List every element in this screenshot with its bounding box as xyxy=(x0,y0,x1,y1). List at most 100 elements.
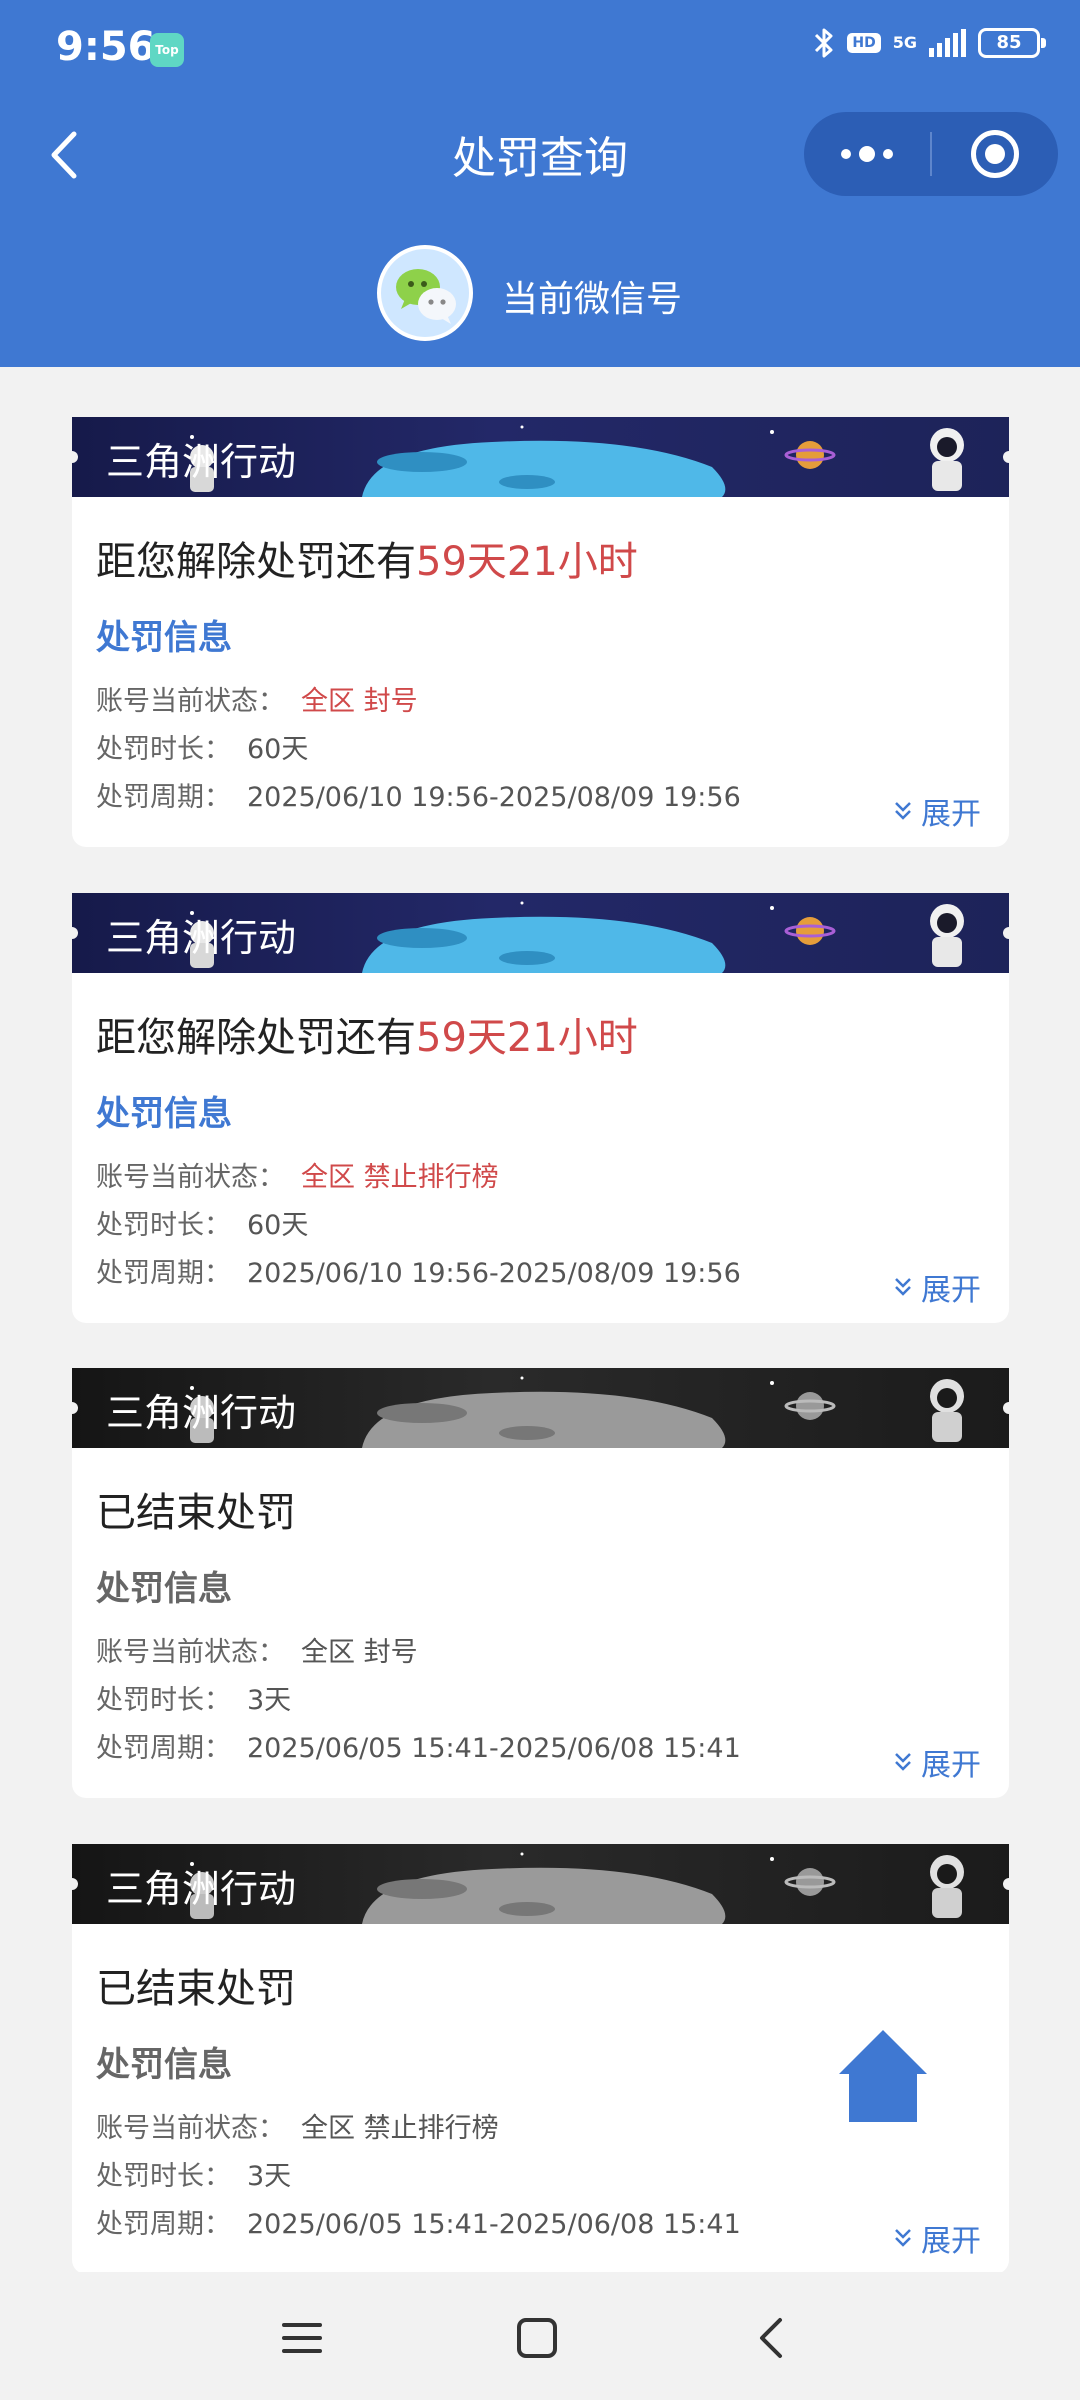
duration-label: 处罚时长： xyxy=(96,2161,231,2192)
status-icons: HD 5G 85 xyxy=(813,26,1046,60)
period-label: 处罚周期： xyxy=(96,782,231,813)
ended-headline: 已结束处罚 xyxy=(96,1966,296,2012)
header: 9:56 Top HD 5G 85 处罚查询 当前微信号 xyxy=(0,0,1080,367)
double-chevron-down-icon xyxy=(895,1753,911,1771)
back-icon xyxy=(760,2318,782,2358)
section-title: 处罚信息 xyxy=(96,618,232,658)
page: 9:56 Top HD 5G 85 处罚查询 当前微信号 三角洲行动 距您解除处… xyxy=(0,0,1080,2400)
status-row: 账号当前状态： 全区 封号 xyxy=(96,679,418,718)
remaining-time: 59天21小时 xyxy=(416,539,638,585)
game-banner: 三角洲行动 xyxy=(72,417,1009,497)
status-value: 全区 封号 xyxy=(301,1637,418,1668)
card-notch xyxy=(1003,1402,1009,1414)
bluetooth-icon xyxy=(815,28,833,58)
expand-button[interactable]: 展开 xyxy=(893,2216,981,2260)
menu-icon xyxy=(282,2323,322,2353)
duration-row: 处罚时长： 60天 xyxy=(96,727,308,766)
status-bar: 9:56 Top HD 5G 85 xyxy=(0,0,1080,100)
section-title: 处罚信息 xyxy=(96,1569,232,1609)
account-row[interactable]: 当前微信号 xyxy=(0,240,1080,341)
duration-label: 处罚时长： xyxy=(96,1685,231,1716)
period-value: 2025/06/05 15:41-2025/06/08 15:41 xyxy=(247,1733,741,1764)
square-home-icon xyxy=(517,2318,557,2358)
more-dots-icon xyxy=(841,146,893,162)
section-title: 处罚信息 xyxy=(96,2045,232,2085)
double-chevron-down-icon xyxy=(895,2229,911,2247)
period-label: 处罚周期： xyxy=(96,1733,231,1764)
home-icon xyxy=(839,2030,927,2122)
status-value: 全区 封号 xyxy=(301,686,418,717)
headline-prefix: 距您解除处罚还有 xyxy=(96,1015,416,1061)
recent-apps-button[interactable] xyxy=(272,2308,332,2368)
status-row: 账号当前状态： 全区 禁止排行榜 xyxy=(96,2106,499,2145)
remaining-time: 59天21小时 xyxy=(416,1015,638,1061)
system-back-button[interactable] xyxy=(742,2308,802,2368)
records-list[interactable]: 三角洲行动 距您解除处罚还有59天21小时 处罚信息 账号当前状态： 全区 封号 … xyxy=(0,367,1080,2272)
close-miniprogram-button[interactable] xyxy=(932,112,1058,196)
period-value: 2025/06/05 15:41-2025/06/08 15:41 xyxy=(247,2209,741,2240)
expand-button[interactable]: 展开 xyxy=(893,1265,981,1309)
status-label: 账号当前状态： xyxy=(96,1637,285,1668)
account-label: 当前微信号 xyxy=(502,279,683,320)
period-value: 2025/06/10 19:56-2025/08/09 19:56 xyxy=(247,782,741,813)
game-title: 三角洲行动 xyxy=(106,916,297,960)
duration-label: 处罚时长： xyxy=(96,1210,231,1241)
game-banner: 三角洲行动 xyxy=(72,1844,1009,1924)
period-row: 处罚周期： 2025/06/10 19:56-2025/08/09 19:56 xyxy=(96,1251,741,1290)
game-title: 三角洲行动 xyxy=(106,440,297,484)
period-row: 处罚周期： 2025/06/05 15:41-2025/06/08 15:41 xyxy=(96,2202,741,2241)
duration-row: 处罚时长： 60天 xyxy=(96,1203,308,1242)
remaining-time-headline: 距您解除处罚还有59天21小时 xyxy=(96,1005,638,1063)
miniprogram-capsule xyxy=(804,112,1058,196)
card-notch xyxy=(1003,451,1009,463)
penalty-card: 三角洲行动 已结束处罚 处罚信息 账号当前状态： 全区 封号 处罚时长： 3天 处罚… xyxy=(72,1368,1009,1798)
system-nav-bar xyxy=(0,2272,1080,2400)
target-icon xyxy=(970,130,1019,178)
status-time: 9:56 xyxy=(56,24,156,70)
more-button[interactable] xyxy=(804,112,930,196)
status-row: 账号当前状态： 全区 封号 xyxy=(96,1630,418,1669)
duration-row: 处罚时长： 3天 xyxy=(96,2154,291,2193)
double-chevron-down-icon xyxy=(895,1278,911,1296)
signal-icon xyxy=(929,29,966,57)
ended-headline: 已结束处罚 xyxy=(96,1490,296,1536)
status-label: 账号当前状态： xyxy=(96,686,285,717)
hd-icon: HD xyxy=(847,33,881,53)
game-banner: 三角洲行动 xyxy=(72,893,1009,973)
expand-button[interactable]: 展开 xyxy=(893,1740,981,1784)
remaining-time-headline: 距您解除处罚还有59天21小时 xyxy=(96,529,638,587)
double-chevron-down-icon xyxy=(895,802,911,820)
section-title: 处罚信息 xyxy=(96,1094,232,1134)
battery-icon: 85 xyxy=(978,28,1046,58)
game-banner: 三角洲行动 xyxy=(72,1368,1009,1448)
card-notch xyxy=(1003,1878,1009,1890)
period-value: 2025/06/10 19:56-2025/08/09 19:56 xyxy=(247,1258,741,1289)
top-app-icon: Top xyxy=(150,33,184,67)
penalty-card: 三角洲行动 距您解除处罚还有59天21小时 处罚信息 账号当前状态： 全区 封号 … xyxy=(72,417,1009,847)
period-label: 处罚周期： xyxy=(96,2209,231,2240)
game-title: 三角洲行动 xyxy=(106,1391,297,1435)
expand-label: 展开 xyxy=(921,1748,981,1783)
expand-label: 展开 xyxy=(921,797,981,832)
duration-value: 60天 xyxy=(247,734,309,765)
network-type: 5G xyxy=(892,33,917,52)
period-label: 处罚周期： xyxy=(96,1258,231,1289)
period-row: 处罚周期： 2025/06/05 15:41-2025/06/08 15:41 xyxy=(96,1726,741,1765)
wechat-icon xyxy=(377,245,473,341)
status-row: 账号当前状态： 全区 禁止排行榜 xyxy=(96,1155,499,1194)
duration-value: 3天 xyxy=(247,2161,292,2192)
status-label: 账号当前状态： xyxy=(96,2113,285,2144)
status-label: 账号当前状态： xyxy=(96,1162,285,1193)
duration-label: 处罚时长： xyxy=(96,734,231,765)
expand-button[interactable]: 展开 xyxy=(893,789,981,833)
nav-bar: 处罚查询 xyxy=(0,100,1080,210)
duration-row: 处罚时长： 3天 xyxy=(96,1678,291,1717)
period-row: 处罚周期： 2025/06/10 19:56-2025/08/09 19:56 xyxy=(96,775,741,814)
expand-label: 展开 xyxy=(921,2224,981,2259)
status-value: 全区 禁止排行榜 xyxy=(301,1162,499,1193)
system-home-button[interactable] xyxy=(507,2308,567,2368)
home-button[interactable] xyxy=(833,2022,933,2132)
game-title: 三角洲行动 xyxy=(106,1867,297,1911)
expand-label: 展开 xyxy=(921,1273,981,1308)
status-value: 全区 禁止排行榜 xyxy=(301,2113,499,2144)
